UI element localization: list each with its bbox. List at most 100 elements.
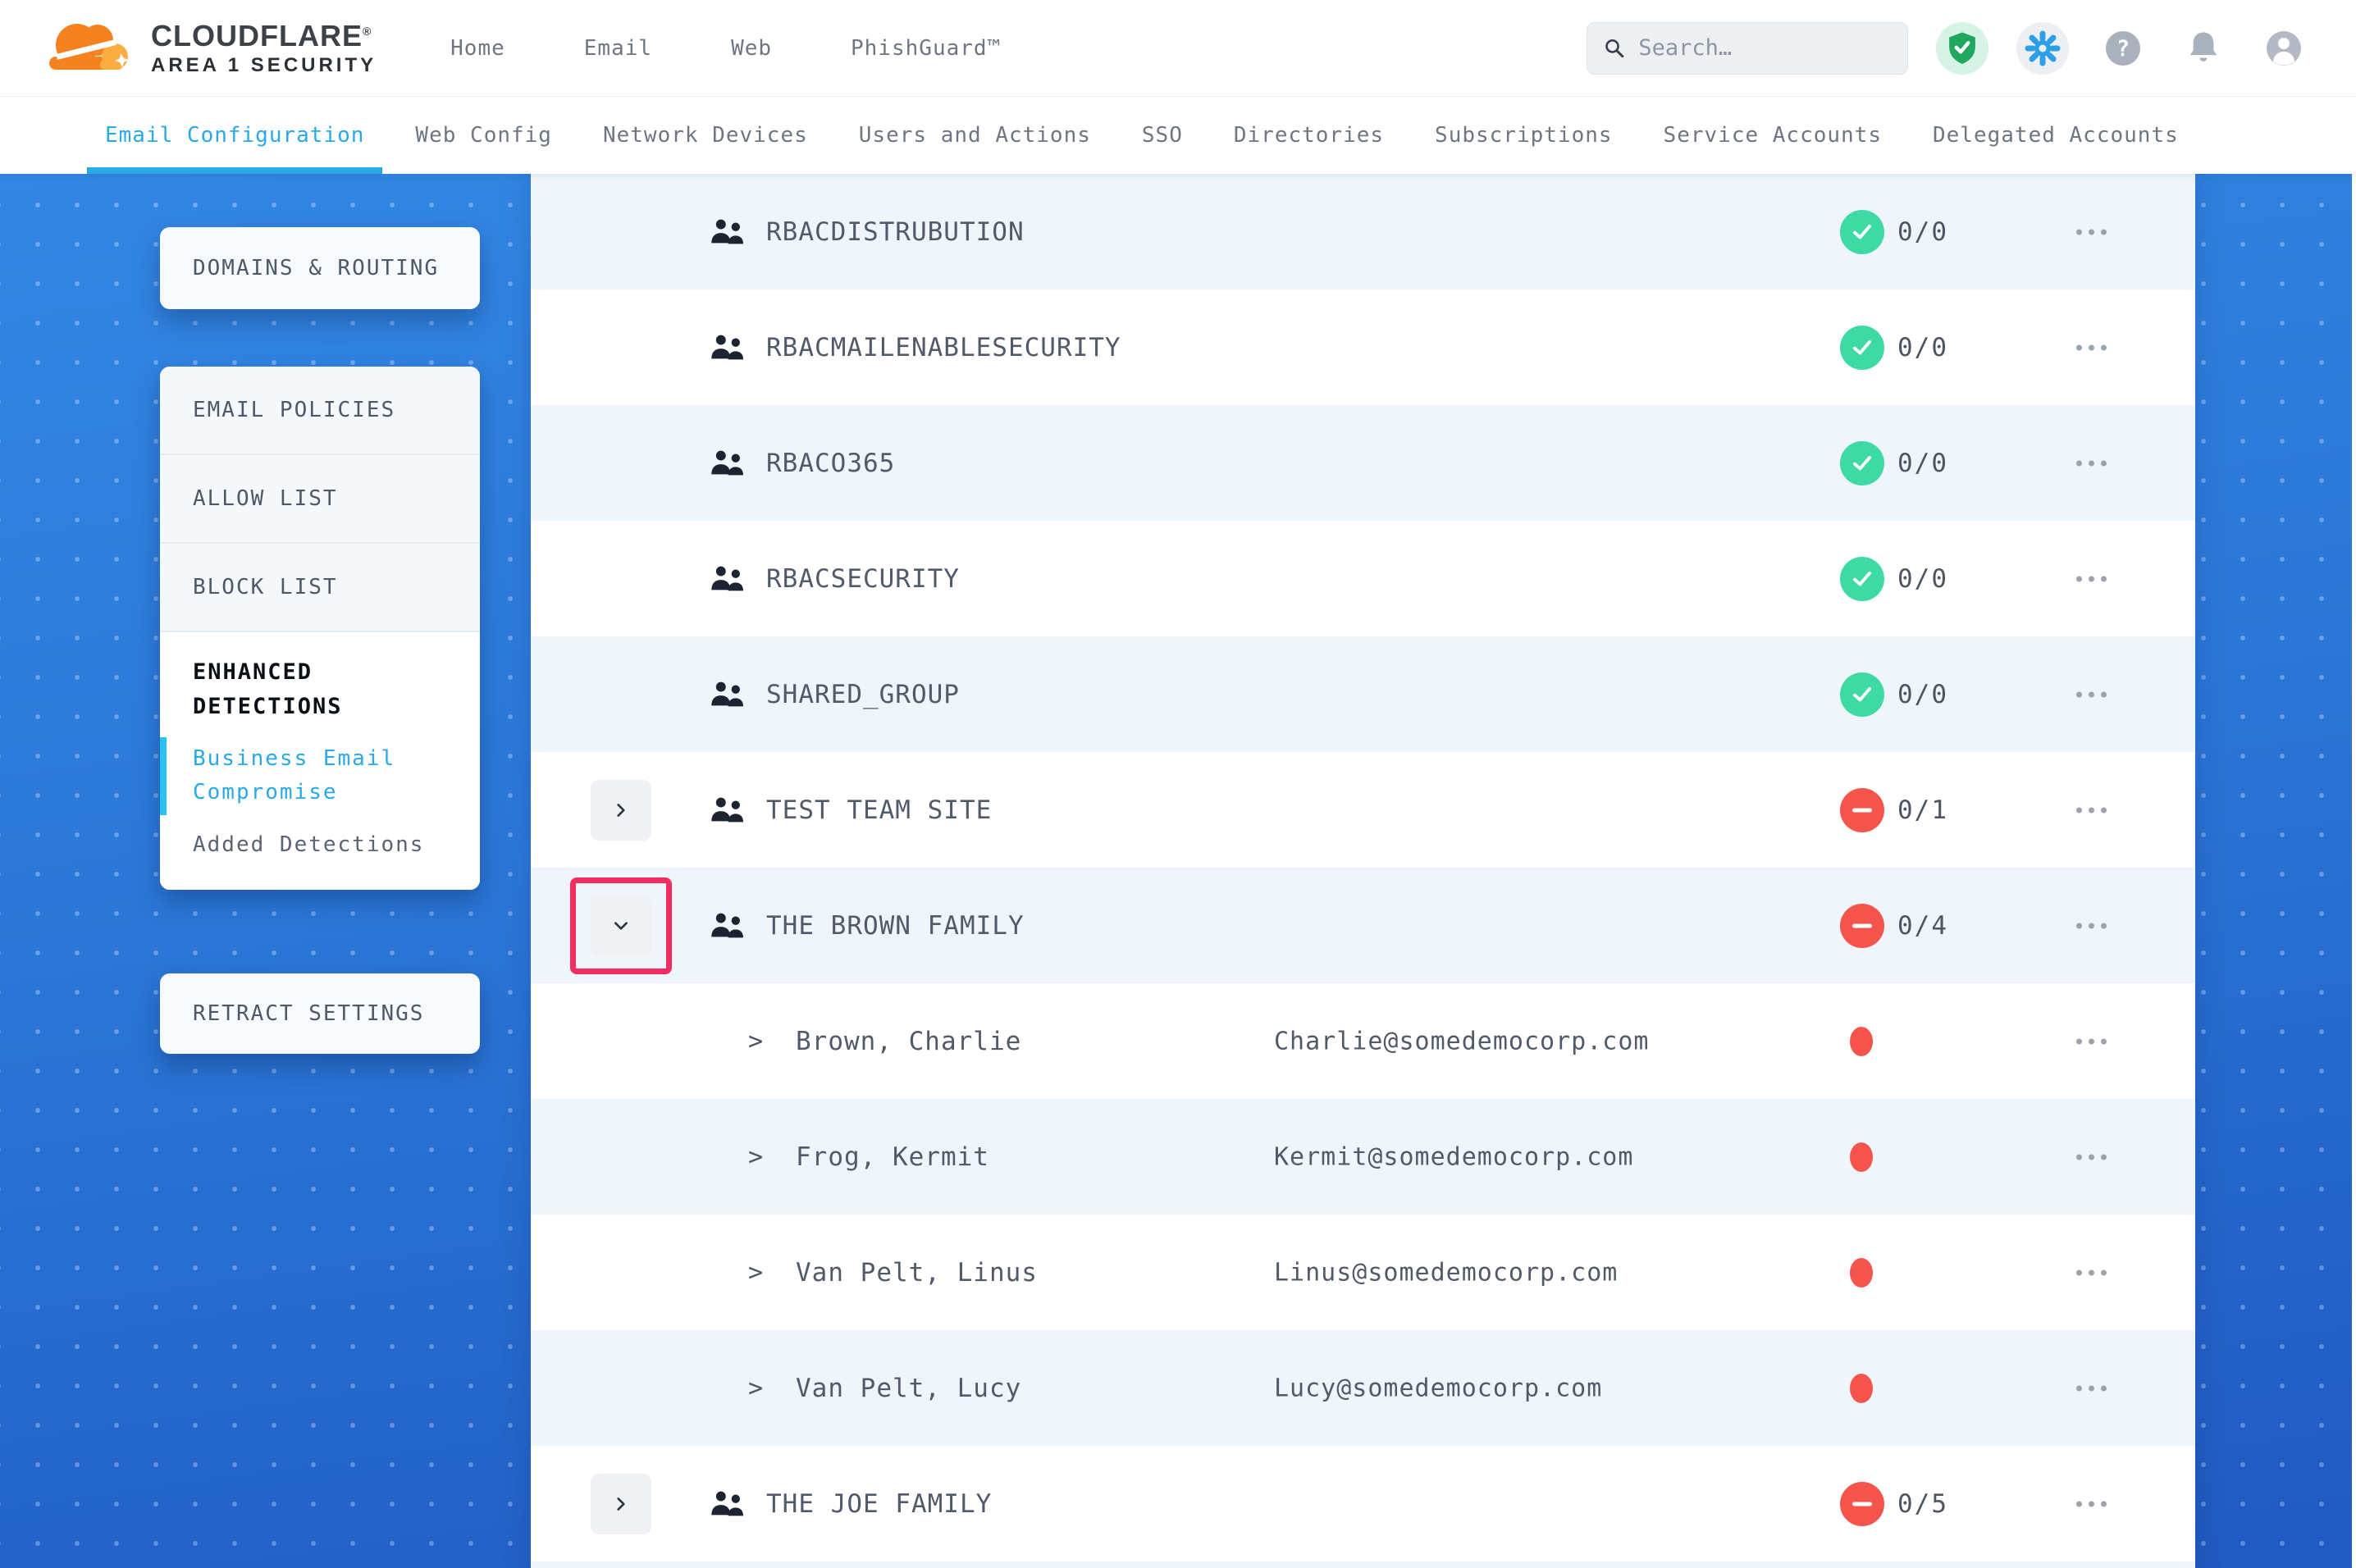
group-status: 0/0 <box>1840 326 1948 370</box>
tab-network-devices[interactable]: Network Devices <box>603 97 808 174</box>
active-indicator-bar <box>160 737 167 815</box>
table-row-group: RBACDISTRUBUTION 0/0 <box>531 174 2195 289</box>
sidebar-card-domains-routing[interactable]: DOMAINS & ROUTING <box>160 227 480 309</box>
sidebar-item-business-email-compromise[interactable]: Business Email Compromise <box>160 724 480 810</box>
group-status: 0/0 <box>1840 210 1948 254</box>
search-input[interactable] <box>1638 35 1891 61</box>
status-badge <box>1840 672 1884 717</box>
tab-web-config[interactable]: Web Config <box>415 97 552 174</box>
row-actions-menu[interactable] <box>2073 1377 2110 1399</box>
user-name: Van Pelt, Lucy <box>796 1374 1021 1403</box>
config-tabs: Email Configuration Web Config Network D… <box>0 97 2356 174</box>
security-status-button[interactable] <box>1936 22 1988 75</box>
sidebar-item-allow-list[interactable]: ALLOW LIST <box>160 455 480 544</box>
row-actions-menu[interactable] <box>2073 1146 2110 1168</box>
group-name: THE BROWN FAMILY <box>766 911 1025 941</box>
cloudflare-logo[interactable]: CLOUDFLARE® AREA 1 SECURITY <box>43 14 377 83</box>
tab-users-and-actions[interactable]: Users and Actions <box>859 97 1091 174</box>
table-row-user: > Frog, Kermit Kermit@somedemocorp.com <box>531 1099 2195 1215</box>
group-status: 0/1 <box>1840 788 1948 832</box>
table-row-user: > Brown, Charlie Charlie@somedemocorp.co… <box>531 983 2195 1099</box>
member-count: 0/5 <box>1897 1489 1948 1519</box>
group-table: RBACDISTRUBUTION 0/0 RBACMAILE <box>531 174 2195 1568</box>
tab-delegated-accounts[interactable]: Delegated Accounts <box>1933 97 2179 174</box>
svg-text:?: ? <box>2116 36 2130 62</box>
chevron-right-icon <box>612 1495 630 1513</box>
group-icon <box>710 332 747 363</box>
nav-email[interactable]: Email <box>584 36 652 61</box>
group-name: RBACO365 <box>766 449 895 478</box>
user-status-dot <box>1850 1027 1873 1056</box>
member-count: 0/0 <box>1897 333 1948 362</box>
user-caret-icon[interactable]: > <box>748 1374 763 1402</box>
brand-name: CLOUDFLARE® <box>151 21 377 52</box>
check-icon <box>1851 223 1873 241</box>
tab-sso[interactable]: SSO <box>1142 97 1183 174</box>
row-actions-menu[interactable] <box>2073 221 2110 243</box>
check-icon <box>1851 570 1873 588</box>
group-status: 0/0 <box>1840 672 1948 717</box>
row-actions-menu[interactable] <box>2073 567 2110 590</box>
tab-directories[interactable]: Directories <box>1234 97 1384 174</box>
retract-settings-label: RETRACT SETTINGS <box>160 1001 457 1026</box>
expand-button[interactable] <box>591 780 651 841</box>
row-actions-menu[interactable] <box>2073 1261 2110 1283</box>
shield-check-icon <box>1946 30 1979 66</box>
chevron-down-icon <box>612 917 630 935</box>
expand-button[interactable] <box>591 1474 651 1534</box>
user-email: Lucy@somedemocorp.com <box>1274 1374 1602 1402</box>
expand-button[interactable] <box>591 896 651 956</box>
status-badge <box>1840 1482 1884 1526</box>
tab-subscriptions[interactable]: Subscriptions <box>1435 97 1613 174</box>
sidebar-card-retract-settings[interactable]: RETRACT SETTINGS <box>160 973 480 1054</box>
table-row-group: SHARED_GROUP 0/0 <box>531 636 2195 752</box>
account-button[interactable] <box>2258 22 2310 75</box>
sidebar-item-email-policies[interactable]: EMAIL POLICIES <box>160 367 480 455</box>
row-actions-menu[interactable] <box>2073 799 2110 821</box>
table-row-partial <box>531 1561 2195 1568</box>
member-count: 0/1 <box>1897 795 1948 825</box>
settings-button[interactable] <box>2016 22 2069 75</box>
row-actions-menu[interactable] <box>2073 452 2110 474</box>
top-nav: Home Email Web PhishGuard™ <box>450 36 1001 61</box>
group-status: 0/5 <box>1840 1482 1948 1526</box>
table-row-group: RBACO365 0/0 <box>531 405 2195 521</box>
table-row-user: > Van Pelt, Lucy Lucy@somedemocorp.com <box>531 1330 2195 1446</box>
user-caret-icon[interactable]: > <box>748 1027 763 1055</box>
user-caret-icon[interactable]: > <box>748 1142 763 1171</box>
check-icon <box>1851 339 1873 357</box>
group-name: RBACSECURITY <box>766 564 960 594</box>
group-icon <box>710 1488 747 1520</box>
user-email: Kermit@somedemocorp.com <box>1274 1142 1633 1171</box>
row-actions-menu[interactable] <box>2073 1493 2110 1515</box>
check-icon <box>1851 454 1873 472</box>
group-name: RBACDISTRUBUTION <box>766 217 1025 247</box>
sidebar-item-block-list[interactable]: BLOCK LIST <box>160 544 480 632</box>
sidebar-item-added-detections[interactable]: Added Detections <box>160 810 480 863</box>
help-icon: ? <box>2104 30 2142 67</box>
user-caret-icon[interactable]: > <box>748 1258 763 1287</box>
row-actions-menu[interactable] <box>2073 683 2110 705</box>
row-actions-menu[interactable] <box>2073 1030 2110 1052</box>
nav-home[interactable]: Home <box>450 36 505 61</box>
nav-phishguard[interactable]: PhishGuard™ <box>851 36 1001 61</box>
group-name: TEST TEAM SITE <box>766 795 992 825</box>
tab-service-accounts[interactable]: Service Accounts <box>1664 97 1882 174</box>
help-button[interactable]: ? <box>2097 22 2149 75</box>
brand-tagline: AREA 1 SECURITY <box>151 55 377 75</box>
window-edge <box>2352 174 2356 1568</box>
search-box[interactable] <box>1587 22 1908 75</box>
minus-icon <box>1852 1501 1872 1507</box>
notifications-button[interactable] <box>2177 22 2230 75</box>
member-count: 0/4 <box>1897 911 1948 941</box>
tab-email-configuration[interactable]: Email Configuration <box>105 97 364 174</box>
user-status-dot <box>1850 1142 1873 1172</box>
nav-web[interactable]: Web <box>731 36 772 61</box>
row-actions-menu[interactable] <box>2073 914 2110 937</box>
table-row-user: > Van Pelt, Linus Linus@somedemocorp.com <box>531 1215 2195 1330</box>
row-actions-menu[interactable] <box>2073 336 2110 358</box>
sidebar-section-enhanced-detections: ENHANCED DETECTIONS Business Email Compr… <box>160 632 480 890</box>
table-row-group: THE BROWN FAMILY 0/4 <box>531 868 2195 983</box>
table-row-group: THE JOE FAMILY 0/5 <box>531 1446 2195 1561</box>
member-count: 0/0 <box>1897 449 1948 478</box>
